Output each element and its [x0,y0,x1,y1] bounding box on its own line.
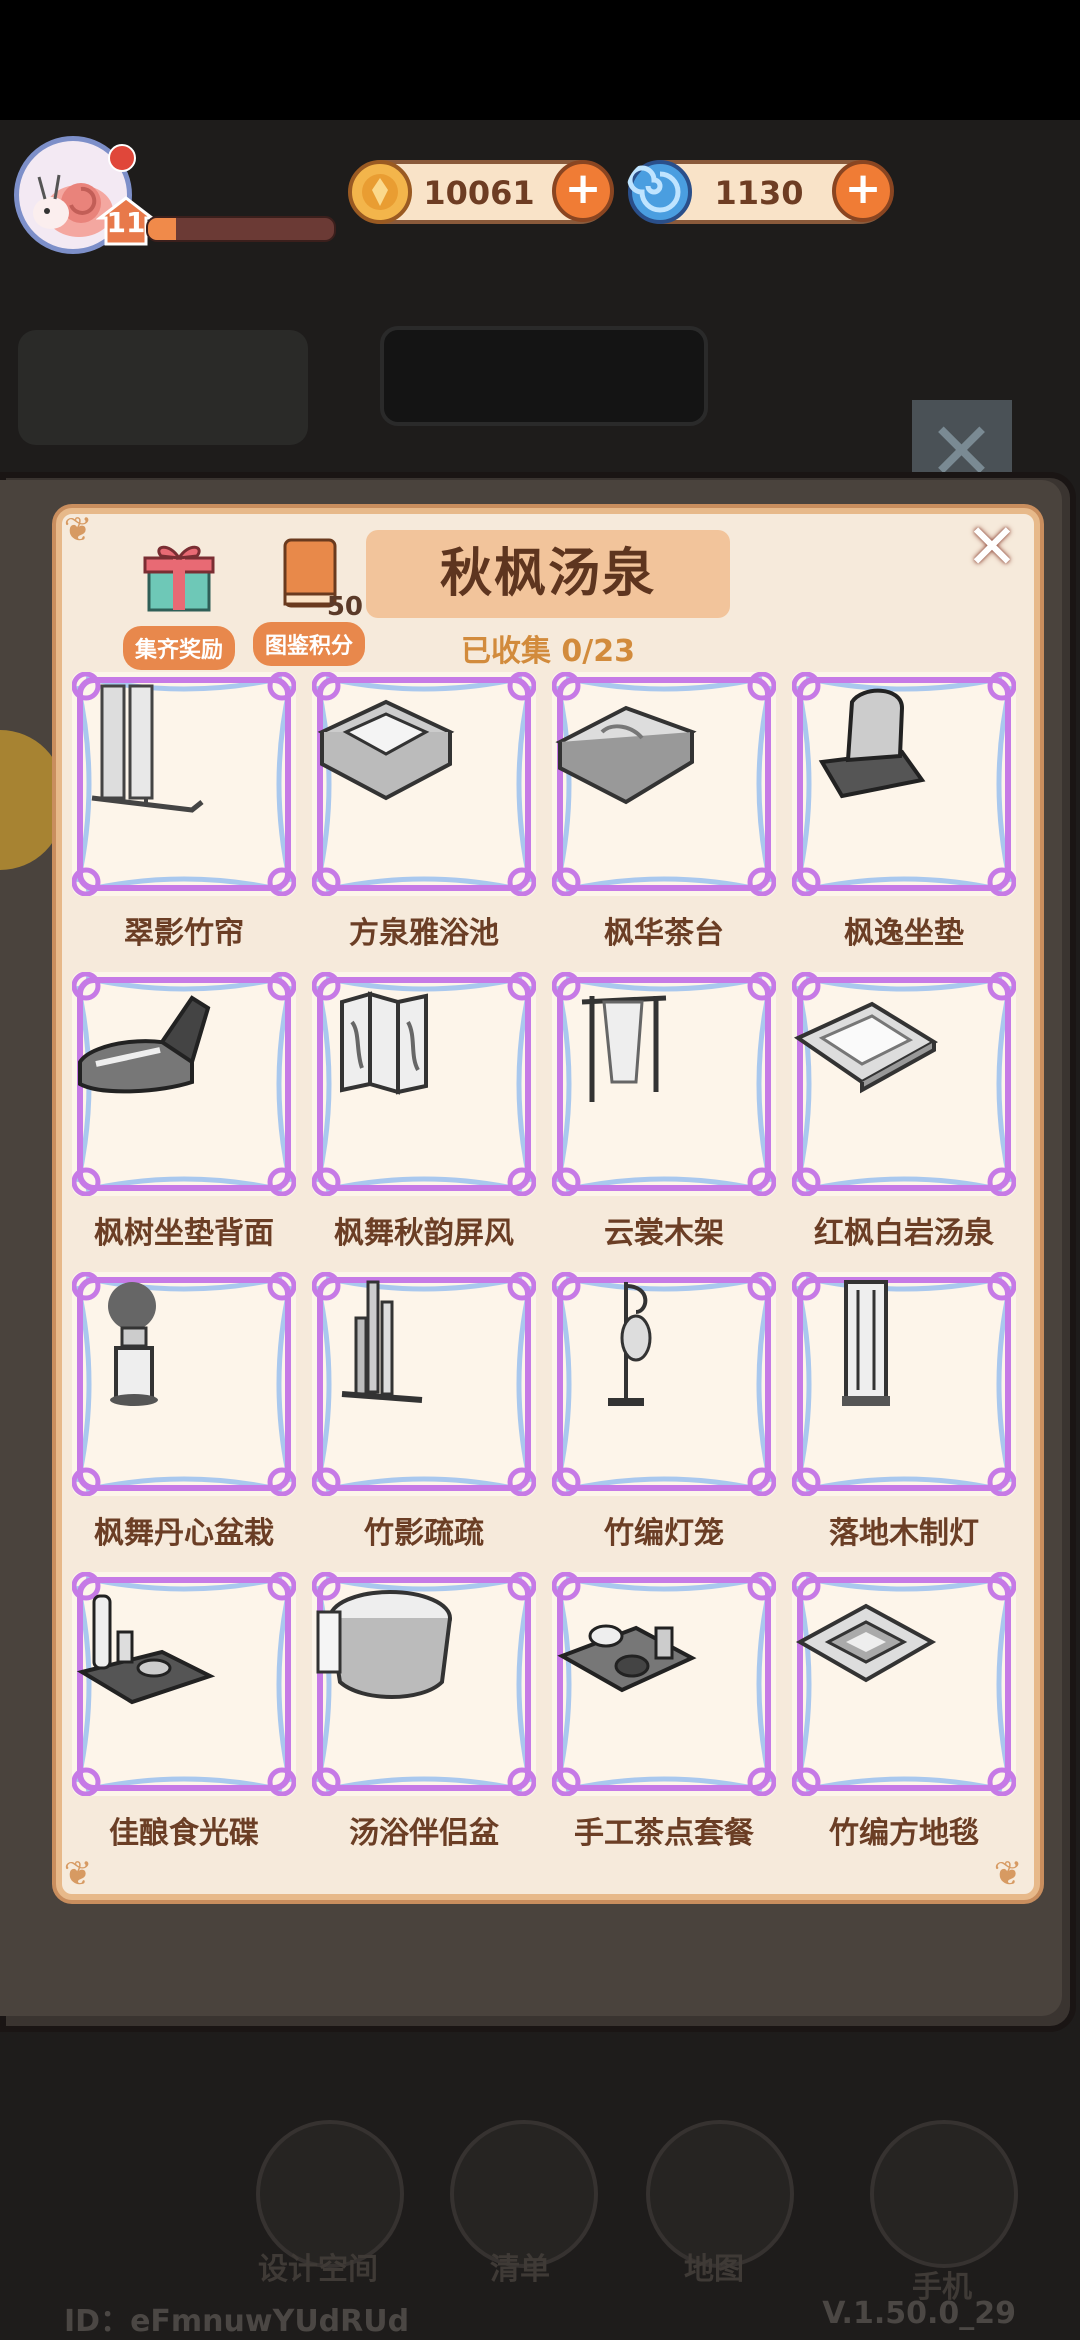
list-label: 清单 [490,2252,550,2287]
item-frame [312,972,536,1196]
gift-icon [143,545,215,612]
set-title: 秋枫汤泉 [439,544,656,604]
clothes-rack-icon [581,995,667,1102]
lantern-icon [608,1282,652,1406]
close-icon[interactable]: ✕ [960,516,1024,580]
collection-item-card[interactable]: 落地木制灯 [792,1272,1016,1572]
sake-tray-icon [76,1594,216,1705]
cushion-icon [818,688,926,799]
item-name: 枫逸坐垫 [844,916,964,951]
item-frame [72,672,296,896]
coin-counter[interactable]: 10061 + [348,160,614,224]
hot-spring-icon [793,1001,938,1094]
collection-item-card[interactable]: 汤浴伴侣盆 [312,1572,536,1872]
item-name: 红枫白岩汤泉 [814,1216,994,1251]
status-bar [0,0,1080,120]
xp-progress-bar [146,216,336,242]
collection-item-card[interactable]: 枫逸坐垫 [792,672,1016,972]
spiral-gem-icon [627,160,692,224]
item-frame [312,672,536,896]
item-frame [792,1572,1016,1796]
corner-ornament-icon: ❦ [63,510,93,550]
item-frame [552,1572,776,1796]
bamboo-icon [341,1280,423,1403]
item-name: 翠影竹帘 [124,916,244,951]
collection-item-card[interactable]: 枫华茶台 [552,672,776,972]
bamboo-curtain-icon [91,684,204,813]
set-title-box: 秋枫汤泉 [366,530,730,618]
dim-top-button [380,326,708,426]
collection-item-card[interactable]: 枫舞秋韵屏风 [312,972,536,1272]
item-frame [552,972,776,1196]
item-name: 云裳木架 [604,1216,724,1251]
cushion-back-icon [78,995,211,1094]
map-label: 地图 [684,2252,744,2287]
collection-item-card[interactable]: 佳酿食光碟 [72,1572,296,1872]
coin-icon [348,160,412,224]
item-frame [72,1272,296,1496]
floor-lamp-icon [842,1280,890,1406]
tea-table-icon [555,705,697,805]
folding-screen-icon [340,991,428,1095]
game-version: V.1.50.0_29 [822,2296,1016,2331]
dim-event-banner [18,330,308,445]
collect-reward-label: 集齐奖励 [122,626,235,670]
tea-set-icon [557,1624,697,1693]
phone-button[interactable] [870,2120,1018,2268]
item-name: 枫树坐垫背面 [94,1216,274,1251]
item-frame [72,972,296,1196]
score-value: 50 [326,592,363,622]
item-name: 枫舞丹心盆栽 [94,1516,274,1551]
item-frame [792,1272,1016,1496]
item-frame [552,672,776,896]
rug-icon [795,1603,937,1683]
add-coins-button[interactable]: + [552,160,614,222]
item-frame [552,1272,776,1496]
collection-score-label: 图鉴积分 [252,622,365,666]
collection-item-card[interactable]: 枫树坐垫背面 [72,972,296,1272]
item-name: 汤浴伴侣盆 [349,1816,499,1851]
bonsai-icon [108,1282,158,1406]
item-name: 枫华茶台 [604,916,724,951]
item-frame [72,1572,296,1796]
item-name: 枫舞秋韵屏风 [334,1216,514,1251]
item-frame [312,1272,536,1496]
collection-item-card[interactable]: 竹影疏疏 [312,1272,536,1572]
notification-dot [108,144,136,172]
collection-item-card[interactable]: 翠影竹帘 [72,672,296,972]
item-name: 方泉雅浴池 [349,916,499,951]
item-frame [792,672,1016,896]
collect-reward-button[interactable]: 集齐奖励 [116,536,242,670]
item-name: 落地木制灯 [829,1516,979,1551]
item-name: 竹编灯笼 [604,1516,724,1551]
gem-amount: 1130 [714,174,804,212]
item-name: 手工茶点套餐 [574,1816,754,1851]
item-name: 竹编方地毯 [829,1816,979,1851]
collection-item-card[interactable]: 竹编灯笼 [552,1272,776,1572]
collection-score-button[interactable]: 50 图鉴积分 [246,536,372,666]
gem-counter[interactable]: 1130 + [627,160,894,224]
item-name: 竹影疏疏 [364,1516,484,1551]
coin-amount: 10061 [423,174,535,212]
collection-item-card[interactable]: 红枫白岩汤泉 [792,972,1016,1272]
collection-item-card[interactable]: 枫舞丹心盆栽 [72,1272,296,1572]
square-bath-icon [317,699,455,801]
item-name: 佳酿食光碟 [109,1816,259,1851]
item-frame [792,972,1016,1196]
player-id: ID：eFmnuwYUdRUd [64,2304,410,2339]
xp-progress-fill [148,218,176,240]
collection-item-card[interactable]: 方泉雅浴池 [312,672,536,972]
collection-item-card[interactable]: 竹编方地毯 [792,1572,1016,1872]
design-space-label: 设计空间 [258,2252,378,2287]
item-frame [312,1572,536,1796]
add-gems-button[interactable]: + [832,160,894,222]
collection-item-card[interactable]: 云裳木架 [552,972,776,1272]
collection-item-card[interactable]: 手工茶点套餐 [552,1572,776,1872]
collection-progress: 已收集 0/23 [460,634,636,669]
bath-tub-icon [316,1590,452,1699]
